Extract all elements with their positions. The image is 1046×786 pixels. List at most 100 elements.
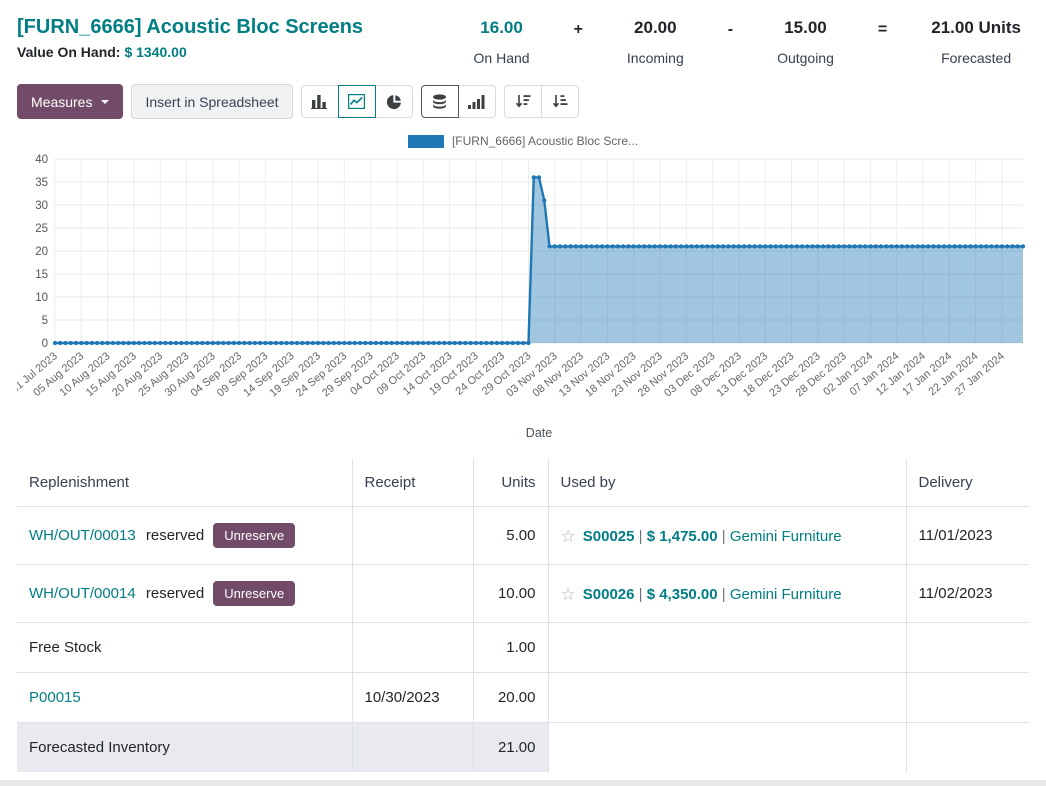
used-by-cell: ☆S00025 | $ 1,475.00 | Gemini Furniture [548,507,906,565]
forecasted-report-page: [FURN_6666] Acoustic Bloc Screens Value … [0,0,1046,772]
pipe-separator: | [634,528,646,545]
col-header-units: Units [473,459,548,507]
replenishment-link[interactable]: P00015 [29,689,81,706]
sort-ascending-button[interactable] [541,85,579,118]
chart-legend: [FURN_6666] Acoustic Bloc Scre... [17,131,1029,151]
unreserve-button[interactable]: Unreserve [213,523,295,548]
customer-name: Gemini Furniture [730,586,842,603]
pie-chart-button[interactable] [375,85,413,118]
legend-swatch [408,135,444,148]
legend-label: [FURN_6666] Acoustic Bloc Scre... [452,134,638,148]
used-by-cell [548,673,906,723]
table-row: WH/OUT/00013 reservedUnreserve 5.00 ☆ S0002… [17,507,1029,565]
stat-forecasted: 21.00 Units Forecasted [931,18,1021,66]
svg-text:0: 0 [42,338,48,350]
svg-text:15: 15 [35,269,48,281]
pipe-separator: | [718,586,730,603]
bar-chart-button[interactable] [301,85,339,118]
footer-delivery-cell [906,723,1029,773]
bar-chart-icon [311,94,328,109]
stat-outgoing: 15.00 Outgoing [777,18,834,66]
replenishment-cell: Free Stock [17,623,352,673]
delivery-cell: 11/01/2023 [906,507,1029,565]
footer-used-by-cell [548,723,906,773]
delivery-cell [906,673,1029,723]
stacked-icon [432,94,447,110]
delivery-cell: 11/02/2023 [906,565,1029,623]
forecasted-inventory-row: Forecasted Inventory 21.00 [17,723,1029,773]
svg-text:5: 5 [42,315,48,327]
table-row: P00015 10/30/202320.00 [17,673,1029,723]
replenishment-text: Free Stock [29,639,102,656]
used-by-cell [548,623,906,673]
receipt-cell [352,623,473,673]
plus-operator: + [574,18,583,39]
svg-text:30: 30 [35,200,48,212]
units-cell: 5.00 [473,507,548,565]
svg-text:Date: Date [526,426,552,440]
replenishment-cell: WH/OUT/00014 reserved Unreserve [17,565,352,623]
line-chart-button[interactable] [338,85,376,118]
table-body: WH/OUT/00013 reservedUnreserve5.00☆S0002… [17,507,1029,723]
svg-text:20: 20 [35,246,48,258]
replenishment-cell: P00015 [17,673,352,723]
outgoing-value: 15.00 [777,18,834,38]
replenishment-table: Replenishment Receipt Units Used by Deli… [17,459,1029,772]
cumulative-button[interactable] [458,85,496,118]
replenishment-link[interactable]: WH/OUT/00013 [29,527,136,544]
insert-in-spreadsheet-button[interactable]: Insert in Spreadsheet [131,84,292,119]
measures-label: Measures [31,94,92,110]
receipt-cell: 10/30/2023 [352,673,473,723]
footer-units-cell: 21.00 [473,723,548,773]
stat-on-hand: 16.00 On Hand [474,18,530,66]
unreserve-button[interactable]: Unreserve [213,581,295,606]
sort-descending-button[interactable] [504,85,542,118]
col-header-delivery: Delivery [906,459,1029,507]
on-hand-value: 16.00 [474,18,530,38]
col-header-used-by: Used by [548,459,906,507]
forecasted-label: Forecasted [931,50,1021,66]
forecast-chart-svg: 051015202530354031 Jul 202305 Aug 202310… [17,151,1029,451]
on-hand-label: On Hand [474,50,530,66]
measures-button[interactable]: Measures [17,84,123,119]
line-chart-icon [348,94,365,109]
stat-incoming: 20.00 Incoming [627,18,684,66]
sale-order-link[interactable]: S00025 [583,528,635,545]
svg-text:25: 25 [35,223,48,235]
svg-text:40: 40 [35,154,48,166]
table-row: Free Stock 1.00 [17,623,1029,673]
forecasted-inventory-label: Forecasted Inventory [17,723,352,773]
outgoing-label: Outgoing [777,50,834,66]
replenishment-cell: WH/OUT/00013 reservedUnreserve [17,507,352,565]
horizontal-scrollbar[interactable] [0,780,1046,786]
col-header-replenishment: Replenishment [17,459,352,507]
forecast-chart: [FURN_6666] Acoustic Bloc Scre... 0 5 10 15… [17,131,1029,451]
sort-descending-icon [515,94,531,109]
pie-chart-icon [386,94,402,110]
table-header-row: Replenishment Receipt Units Used by Deli… [17,459,1029,507]
favorite-star-icon[interactable]: ☆ [561,585,576,604]
table-row: WH/OUT/00014 reservedUnreserve10.00☆S000… [17,565,1029,623]
replenishment-link[interactable]: WH/OUT/00014 [29,585,136,602]
used-by-cell: ☆ S00026 | $ 4,350.00 | Gemini Furniture [548,565,906,623]
units-cell: 20.00 [473,673,548,723]
caret-down-icon [101,100,109,104]
report-header: [FURN_6666] Acoustic Bloc Screens Value … [17,14,1029,66]
chart-options [421,85,496,118]
legend-item[interactable]: [FURN_6666] Acoustic Bloc Scre... [408,134,638,148]
value-on-hand-amount: $ 1340.00 [124,44,186,60]
cumulative-icon [468,95,485,109]
pipe-separator: | [634,586,646,603]
favorite-star-icon[interactable]: ☆ [561,527,576,546]
stacked-button[interactable] [421,85,459,118]
sale-amount: $ 4,350.00 [647,586,718,603]
value-on-hand-label: Value On Hand: [17,44,120,60]
incoming-value: 20.00 [627,18,684,38]
reserved-label: reserved [142,585,205,602]
footer-receipt-cell [352,723,473,773]
svg-text:10: 10 [35,292,48,304]
value-on-hand: Value On Hand:$ 1340.00 [17,44,363,60]
sale-order-link[interactable]: S00026 [583,586,635,603]
product-title: [FURN_6666] Acoustic Bloc Screens [17,14,363,40]
units-cell: 1.00 [473,623,548,673]
